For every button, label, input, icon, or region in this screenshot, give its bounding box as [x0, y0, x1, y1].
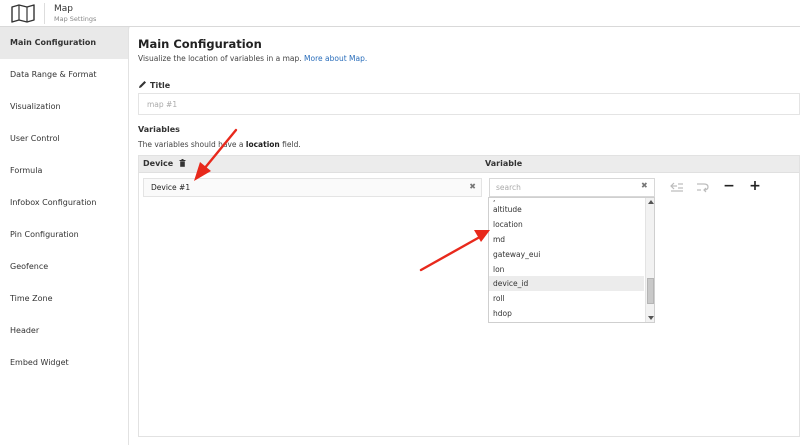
- title-label-text: Title: [150, 81, 171, 90]
- sidebar-item-visualization[interactable]: Visualization: [0, 91, 128, 123]
- variables-desc-pre: The variables should have a: [138, 140, 244, 149]
- more-about-map-link[interactable]: More about Map.: [304, 54, 367, 63]
- variable-clear-icon[interactable]: ✖: [641, 181, 648, 190]
- title-input[interactable]: [138, 93, 800, 115]
- variables-table: Device Variable Device #1 ✖ ✖: [138, 155, 800, 437]
- sidebar-item-embed-widget[interactable]: Embed Widget: [0, 347, 128, 379]
- sidebar-item-formula[interactable]: Formula: [0, 155, 128, 187]
- variables-desc-post: field.: [282, 140, 301, 149]
- scrollbar-thumb[interactable]: [647, 278, 654, 304]
- page-header-title: Map: [54, 4, 73, 14]
- description-text: Visualize the location of variables in a…: [138, 54, 302, 63]
- settings-sidebar: Main Configuration Data Range & Format V…: [0, 27, 129, 445]
- variable-dropdown-list[interactable]: , altitude location md gateway_eui lon d…: [488, 197, 655, 323]
- variables-table-header: Device Variable: [139, 156, 799, 173]
- title-field-label: Title: [138, 80, 170, 90]
- device-column-label: Device: [143, 159, 174, 168]
- scroll-up-arrow-icon[interactable]: [648, 200, 654, 204]
- variable-column-header: Variable: [485, 159, 523, 168]
- map-icon: [11, 4, 35, 23]
- move-right-button[interactable]: [695, 180, 711, 194]
- dropdown-scrollbar[interactable]: [645, 198, 654, 322]
- main-panel: Main Configuration Visualize the locatio…: [130, 27, 800, 445]
- top-bar: Map Map Settings: [0, 0, 800, 27]
- outdent-icon: [670, 182, 683, 192]
- move-left-button[interactable]: [669, 180, 685, 194]
- remove-row-button[interactable]: −: [721, 179, 737, 194]
- device-clear-icon[interactable]: ✖: [469, 182, 476, 191]
- sidebar-item-data-range-format[interactable]: Data Range & Format: [0, 59, 128, 91]
- sidebar-item-pin-configuration[interactable]: Pin Configuration: [0, 219, 128, 251]
- variables-section-label: Variables: [138, 125, 180, 134]
- device-column-header: Device: [143, 159, 186, 168]
- sidebar-item-geofence[interactable]: Geofence: [0, 251, 128, 283]
- pencil-icon: [139, 81, 146, 88]
- device-select[interactable]: Device #1 ✖: [143, 178, 482, 197]
- variables-desc-bold: location: [245, 140, 280, 149]
- sidebar-item-time-zone[interactable]: Time Zone: [0, 283, 128, 315]
- variables-description: The variables should have a location fie…: [138, 140, 301, 149]
- trash-icon[interactable]: [179, 159, 186, 167]
- page-header-subtitle: Map Settings: [54, 15, 97, 23]
- dropdown-option-device-id[interactable]: device_id: [489, 276, 644, 291]
- header-divider: [44, 3, 45, 24]
- dropdown-option-hdop[interactable]: hdop: [489, 306, 644, 321]
- dropdown-option-lon[interactable]: lon: [489, 262, 644, 277]
- dropdown-option-md[interactable]: md: [489, 232, 644, 247]
- sidebar-item-infobox-configuration[interactable]: Infobox Configuration: [0, 187, 128, 219]
- dropdown-option-altitude[interactable]: altitude: [489, 202, 644, 217]
- scroll-down-arrow-icon[interactable]: [648, 316, 654, 320]
- dropdown-option-gateway-eui[interactable]: gateway_eui: [489, 247, 644, 262]
- dropdown-option-location[interactable]: location: [489, 217, 644, 232]
- device-select-value: Device #1: [151, 183, 191, 192]
- page-description: Visualize the location of variables in a…: [138, 54, 367, 63]
- page-title: Main Configuration: [138, 37, 262, 51]
- indent-icon: [697, 183, 709, 193]
- sidebar-item-user-control[interactable]: User Control: [0, 123, 128, 155]
- add-row-button[interactable]: +: [747, 179, 763, 194]
- dropdown-option-roll[interactable]: roll: [489, 291, 644, 306]
- sidebar-item-main-configuration[interactable]: Main Configuration: [0, 27, 128, 59]
- sidebar-item-header[interactable]: Header: [0, 315, 128, 347]
- variable-search-input[interactable]: [489, 178, 655, 197]
